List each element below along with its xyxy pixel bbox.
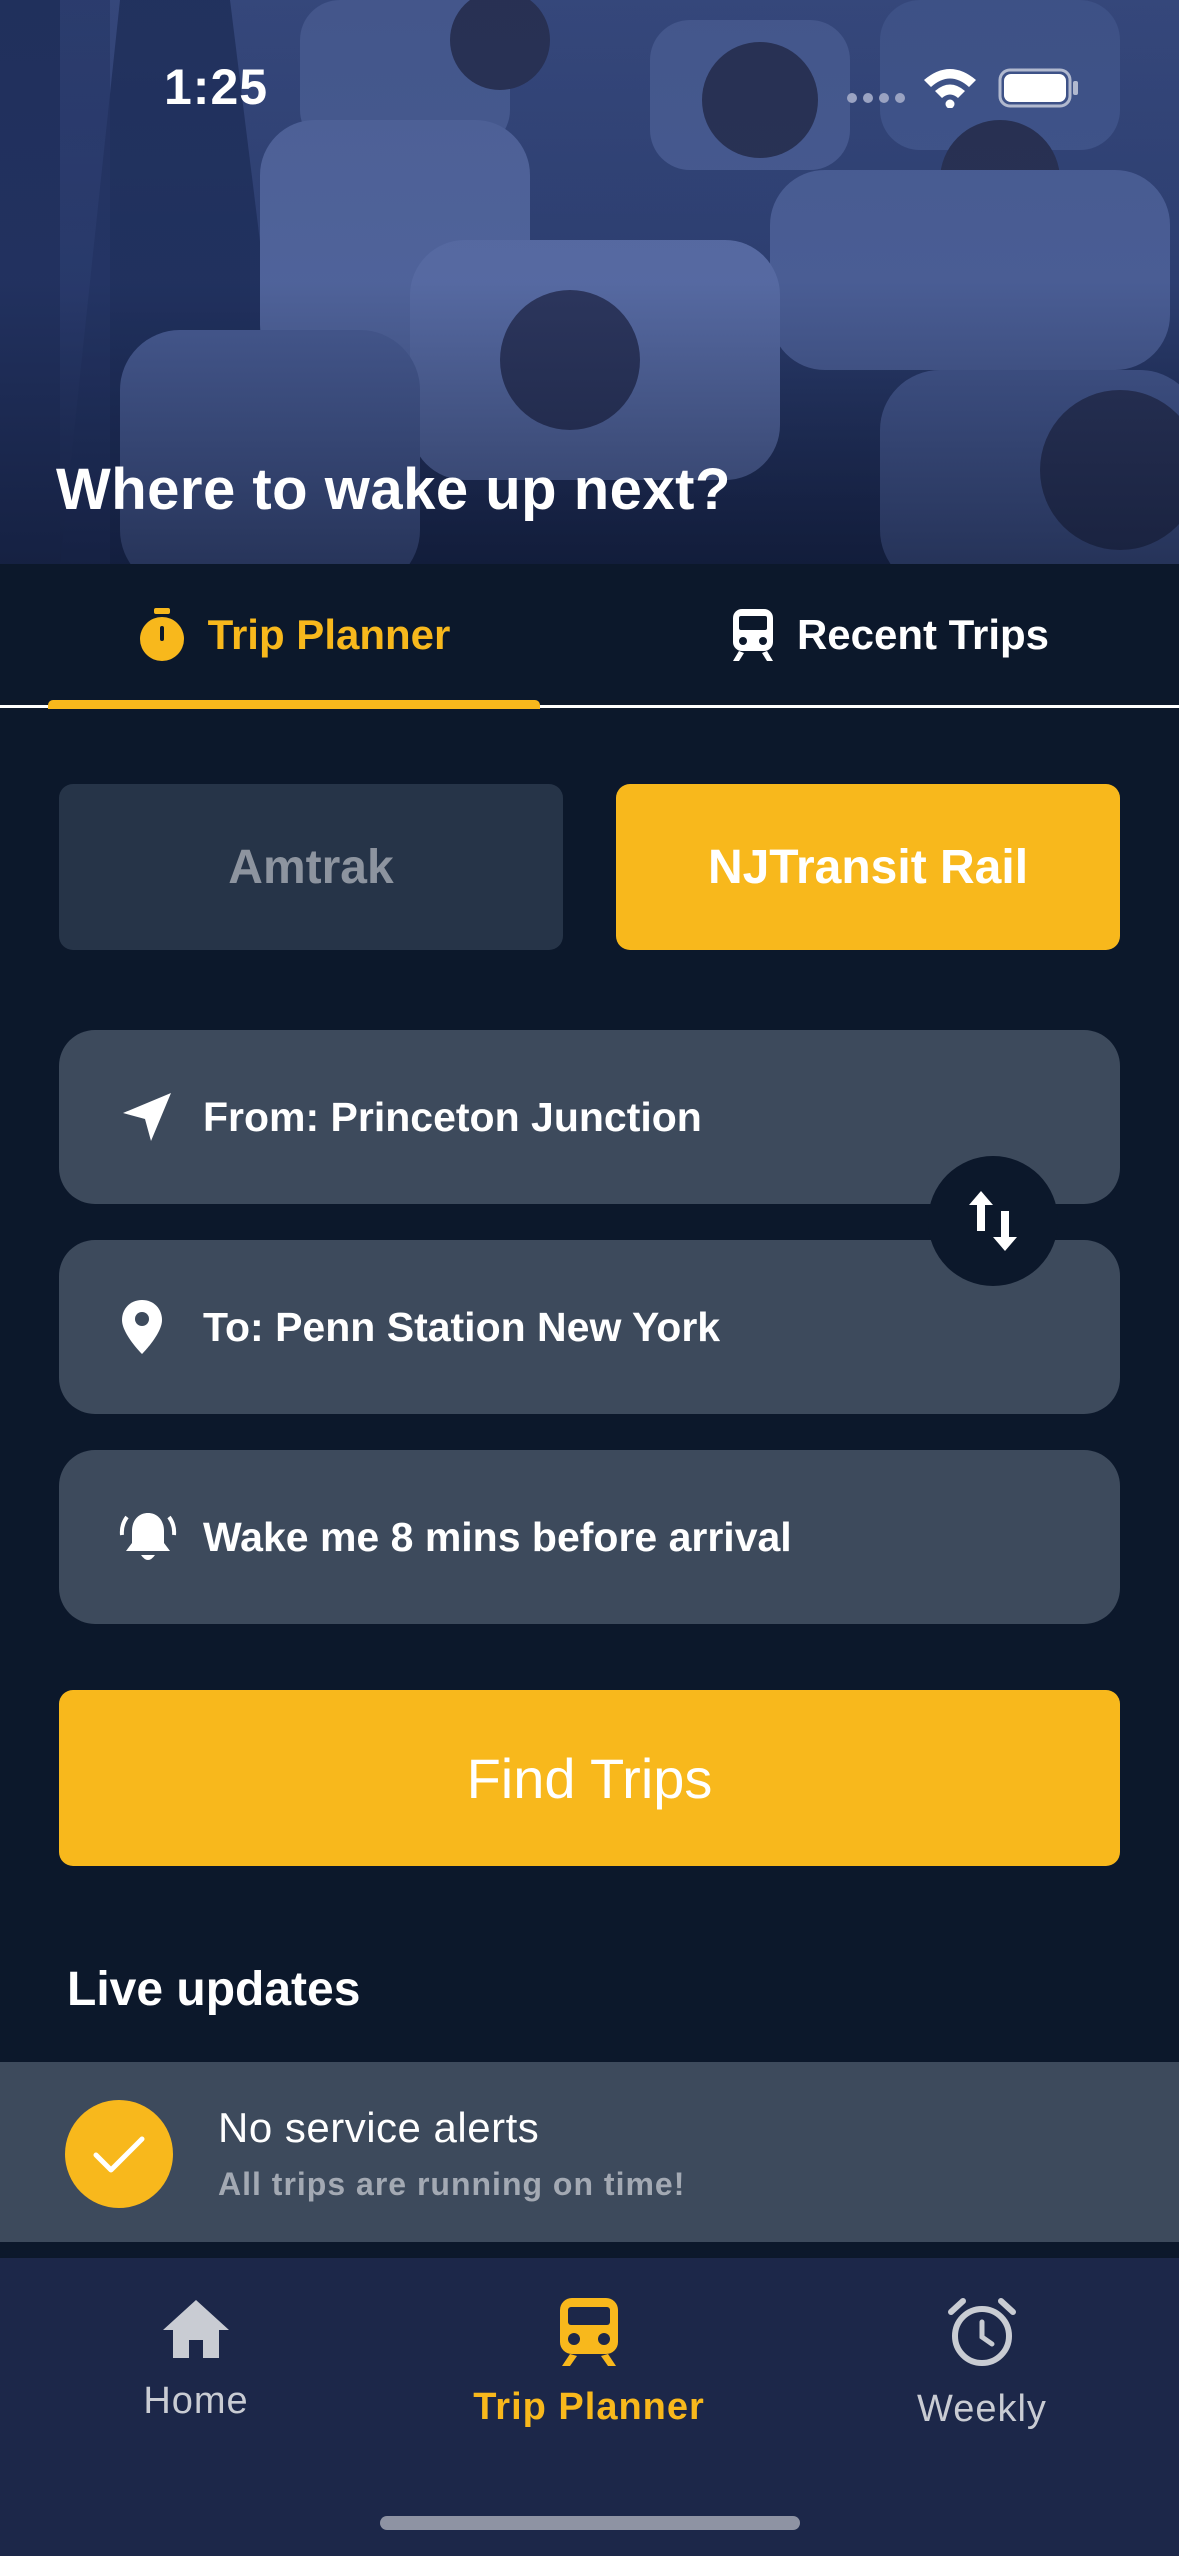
tab-label: Recent Trips: [796, 610, 1050, 658]
live-updates-heading: Live updates: [67, 1963, 361, 2016]
wifi-icon: [924, 69, 976, 108]
status-badge: [65, 2100, 173, 2208]
nav-label: Trip Planner: [473, 2386, 705, 2428]
swap-vertical-icon: [969, 1191, 1017, 1251]
location-pin-icon: [122, 1300, 162, 1354]
stopwatch-icon: [139, 607, 184, 661]
alert-title: No service alerts: [218, 2104, 540, 2151]
find-trips-button[interactable]: Find Trips: [59, 1690, 1120, 1866]
tab-bar: Trip Planner Recent Trips: [0, 564, 1179, 709]
alert-subtitle: All trips are running on time!: [218, 2166, 686, 2202]
wake-alarm-text: Wake me 8 mins before arrival: [203, 1513, 792, 1560]
service-alert-card: No service alerts All trips are running …: [0, 2062, 1179, 2242]
train-icon: [560, 2298, 618, 2366]
check-icon: [93, 2136, 145, 2173]
wake-alarm-field[interactable]: Wake me 8 mins before arrival: [59, 1450, 1120, 1624]
navigation-arrow-icon: [123, 1093, 171, 1141]
nav-home[interactable]: Home: [46, 2298, 346, 2478]
nav-label: Home: [143, 2380, 249, 2422]
from-station-text: From: Princeton Junction: [203, 1093, 702, 1140]
active-tab-indicator: [48, 700, 540, 709]
tab-label: Trip Planner: [207, 610, 451, 658]
tab-trip-planner[interactable]: Trip Planner: [48, 564, 540, 705]
page-title: Where to wake up next?: [56, 457, 731, 522]
swap-stations-button[interactable]: [928, 1156, 1058, 1286]
to-station-text: To: Penn Station New York: [203, 1303, 721, 1350]
bell-icon: [119, 1513, 177, 1560]
nav-trip-planner[interactable]: Trip Planner: [439, 2298, 739, 2478]
hero-banner: 1:25 Where to wake up next?: [0, 0, 1179, 564]
bottom-navigation: Home Trip Planner Weekly: [0, 2258, 1179, 2556]
train-icon: [732, 608, 773, 661]
segment-amtrak[interactable]: Amtrak: [59, 784, 563, 950]
alarm-clock-icon: [948, 2298, 1016, 2366]
cellular-icon: [847, 93, 905, 103]
battery-icon: [998, 68, 1078, 108]
tab-recent-trips[interactable]: Recent Trips: [640, 564, 1140, 705]
home-indicator[interactable]: [380, 2516, 800, 2530]
segment-njtransit-rail[interactable]: NJTransit Rail: [616, 784, 1120, 950]
nav-weekly[interactable]: Weekly: [832, 2298, 1132, 2478]
home-icon: [163, 2300, 229, 2358]
nav-label: Weekly: [917, 2388, 1047, 2430]
status-time: 1:25: [164, 59, 269, 115]
